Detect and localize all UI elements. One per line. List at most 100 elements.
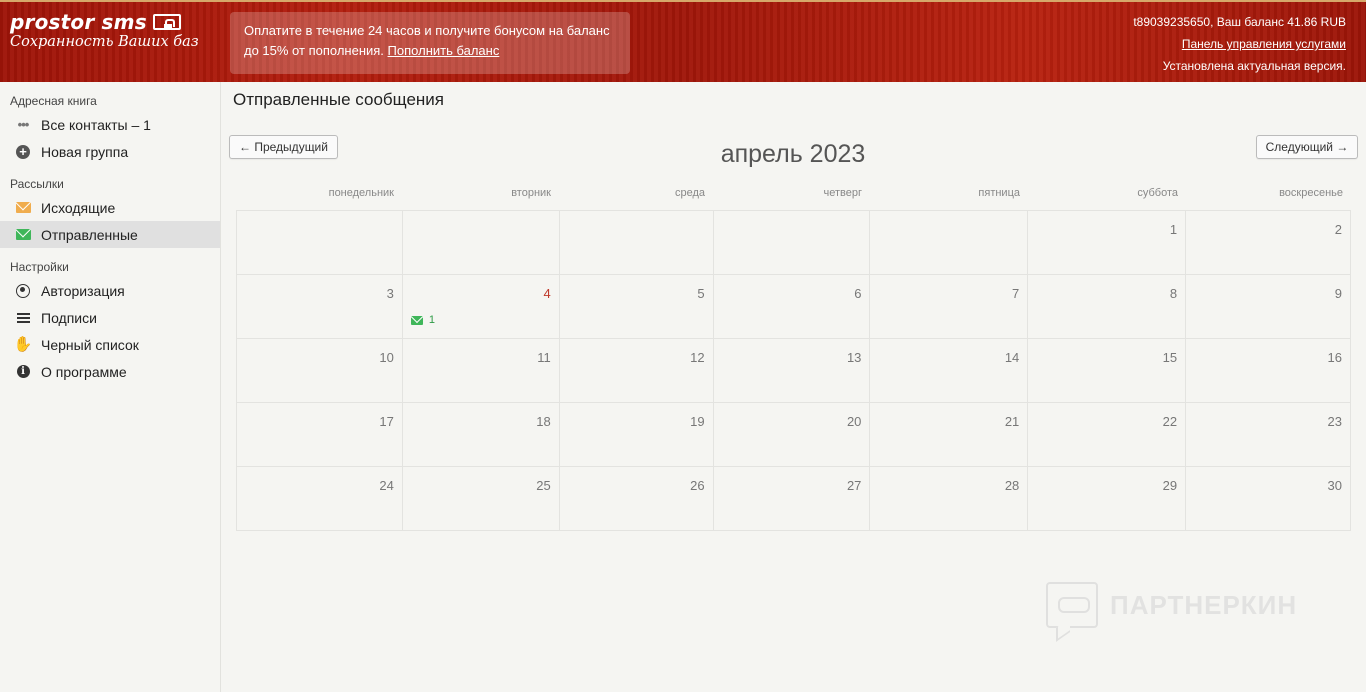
ellipsis-icon: ••• xyxy=(17,117,30,132)
sidebar-item-sent[interactable]: Отправленные xyxy=(0,221,220,248)
calendar-empty-cell xyxy=(560,211,714,274)
weekday-label: суббота xyxy=(1137,187,1178,199)
calendar-day-cell[interactable]: 5 xyxy=(560,275,714,338)
app-header: prostor sms Сохранность Ваших баз Оплати… xyxy=(0,0,1366,82)
day-number: 30 xyxy=(1327,478,1342,493)
calendar-day-cell[interactable]: 28 xyxy=(870,467,1029,530)
calendar: понедельник вторник среда четверг пятница суб… xyxy=(236,180,1351,531)
calendar-week-row: 17 18 19 20 21 22 23 xyxy=(237,403,1351,467)
service-panel-link[interactable]: Панель управления услугами xyxy=(1182,37,1346,51)
calendar-day-cell[interactable]: 20 xyxy=(714,403,871,466)
sidebar-item-label: Все контакты – 1 xyxy=(41,116,151,133)
day-number: 28 xyxy=(1004,478,1020,493)
sidebar-item-new-group[interactable]: + Новая группа xyxy=(0,138,220,165)
calendar-week-row: 34156789 xyxy=(237,275,1351,339)
sidebar-item-outgoing[interactable]: Исходящие xyxy=(0,194,220,221)
sidebar-item-label: Исходящие xyxy=(41,199,116,216)
watermark-text: ПАРТНЕРКИН xyxy=(1110,589,1298,620)
sidebar: Адресная книга ••• Все контакты – 1 + Но… xyxy=(0,82,221,692)
calendar-day-cell[interactable]: 1 xyxy=(1028,211,1187,274)
weekday-label: понедельник xyxy=(328,187,394,199)
chat-bubble-icon xyxy=(1046,582,1098,628)
calendar-day-cell[interactable]: 15 xyxy=(1028,339,1187,402)
calendar-day-cell[interactable]: 27 xyxy=(714,467,871,530)
calendar-day-cell[interactable]: 29 xyxy=(1028,467,1187,530)
calendar-day-cell[interactable]: 16 xyxy=(1186,339,1351,402)
account-balance: t89039235650, Ваш баланс 41.86 RUB xyxy=(1133,15,1346,29)
envelope-icon xyxy=(15,229,31,240)
calendar-day-cell[interactable]: 19 xyxy=(560,403,714,466)
weekday-label: пятница xyxy=(978,187,1020,199)
day-number: 14 xyxy=(1004,350,1020,365)
calendar-day-cell[interactable]: 41 xyxy=(403,275,560,338)
mailings-heading: Рассылки xyxy=(10,177,64,191)
previous-month-button[interactable]: ← Предыдущий xyxy=(229,135,338,159)
sidebar-item-label: Черный список xyxy=(41,336,139,353)
sidebar-item-about[interactable]: i О программе xyxy=(0,358,220,385)
day-number: 4 xyxy=(543,286,551,301)
day-number: 22 xyxy=(1162,414,1178,429)
settings-heading: Настройки xyxy=(10,260,69,274)
next-month-button[interactable]: Следующий → xyxy=(1256,135,1358,159)
sidebar-item-all-contacts[interactable]: ••• Все контакты – 1 xyxy=(0,111,220,138)
logo-tagline: Сохранность Ваших баз xyxy=(10,34,199,50)
weekday-header: понедельник вторник среда четверг пятница суб… xyxy=(236,180,1351,210)
sidebar-item-blacklist[interactable]: ✋ Черный список xyxy=(0,331,220,358)
calendar-day-cell[interactable]: 17 xyxy=(237,403,403,466)
day-number: 26 xyxy=(690,478,705,493)
day-number: 8 xyxy=(1169,286,1178,301)
sidebar-item-label: Авторизация xyxy=(41,282,125,299)
user-circle-icon xyxy=(16,283,30,298)
calendar-day-cell[interactable]: 21 xyxy=(870,403,1029,466)
calendar-week-row: 10 11 12 13 14 15 16 xyxy=(237,339,1351,403)
calendar-month-title: апрель 2023 xyxy=(720,140,866,168)
calendar-day-cell[interactable]: 7 xyxy=(870,275,1029,338)
info-icon: i xyxy=(16,365,30,378)
calendar-day-cell[interactable]: 25 xyxy=(403,467,560,530)
page-title: Отправленные сообщения xyxy=(233,90,444,109)
calendar-day-cell[interactable]: 9 xyxy=(1186,275,1351,338)
day-number: 13 xyxy=(846,350,862,365)
sent-messages-badge[interactable]: 1 xyxy=(410,314,435,326)
calendar-day-cell[interactable]: 10 xyxy=(237,339,403,402)
weekday-label: четверг xyxy=(823,187,863,199)
sidebar-item-authorization[interactable]: Авторизация xyxy=(0,277,220,304)
calendar-day-cell[interactable]: 8 xyxy=(1028,275,1187,338)
day-number: 27 xyxy=(846,478,862,493)
sidebar-item-label: О программе xyxy=(41,363,127,380)
calendar-day-cell[interactable]: 24 xyxy=(237,467,403,530)
calendar-day-cell[interactable]: 11 xyxy=(403,339,560,402)
sidebar-item-signatures[interactable]: Подписи xyxy=(0,304,220,331)
calendar-empty-cell xyxy=(403,211,560,274)
top-up-balance-link[interactable]: Пополнить баланс xyxy=(388,43,500,58)
day-number: 18 xyxy=(536,414,551,429)
calendar-day-cell[interactable]: 23 xyxy=(1186,403,1351,466)
calendar-day-cell[interactable]: 30 xyxy=(1186,467,1351,530)
day-number: 7 xyxy=(1012,286,1020,301)
version-status: Установлена актуальная версия. xyxy=(1162,59,1346,73)
day-number: 1 xyxy=(1169,222,1178,237)
calendar-day-cell[interactable]: 22 xyxy=(1028,403,1187,466)
day-number: 12 xyxy=(690,350,705,365)
promo-banner: Оплатите в течение 24 часов и получите б… xyxy=(230,12,630,74)
day-number: 9 xyxy=(1334,286,1342,301)
calendar-day-cell[interactable]: 13 xyxy=(714,339,871,402)
calendar-day-cell[interactable]: 6 xyxy=(714,275,871,338)
address-book-heading: Адресная книга xyxy=(10,94,97,108)
calendar-empty-cell xyxy=(714,211,871,274)
calendar-day-cell[interactable]: 18 xyxy=(403,403,560,466)
day-number: 5 xyxy=(697,286,705,301)
app-logo[interactable]: prostor sms Сохранность Ваших баз xyxy=(10,10,199,50)
envelope-icon xyxy=(15,202,31,213)
calendar-day-cell[interactable]: 14 xyxy=(870,339,1029,402)
day-number: 24 xyxy=(379,478,394,493)
sidebar-item-label: Подписи xyxy=(41,309,97,326)
calendar-day-cell[interactable]: 12 xyxy=(560,339,714,402)
calendar-day-cell[interactable]: 3 xyxy=(237,275,403,338)
calendar-day-cell[interactable]: 26 xyxy=(560,467,714,530)
calendar-week-row: 24 25 26 27 28 29 30 xyxy=(237,467,1351,531)
calendar-day-cell[interactable]: 2 xyxy=(1186,211,1351,274)
weekday-label: воскресенье xyxy=(1279,187,1343,199)
weekday-label: среда xyxy=(674,187,705,199)
list-icon xyxy=(16,312,30,323)
